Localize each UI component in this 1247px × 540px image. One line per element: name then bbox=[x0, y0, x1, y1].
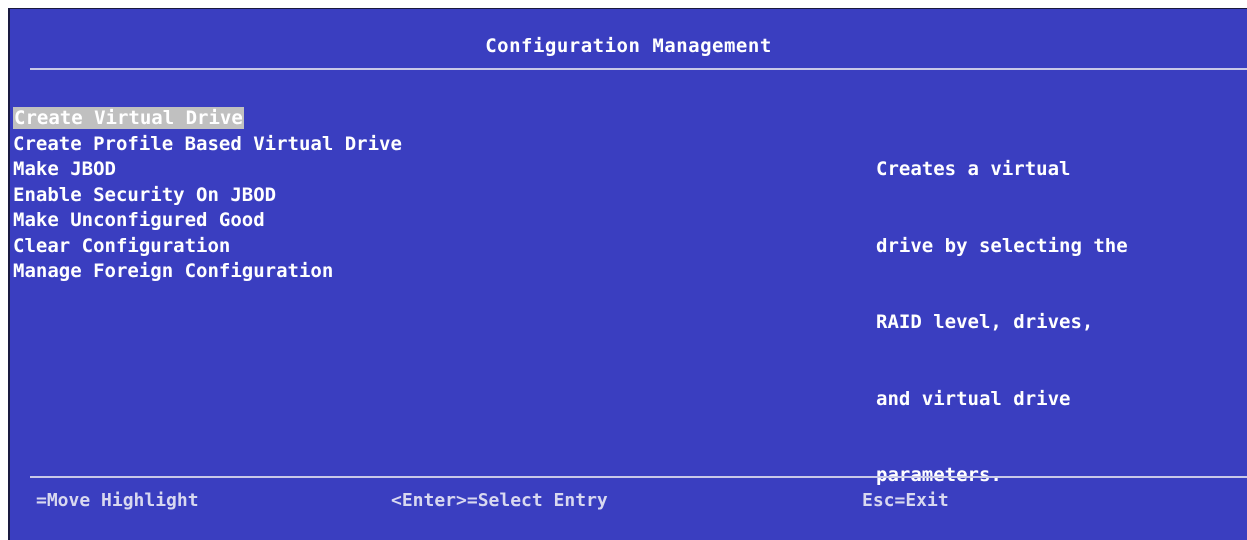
menu-item-make-jbod[interactable]: Make JBOD bbox=[12, 157, 403, 183]
help-line: drive by selecting the bbox=[876, 234, 1128, 257]
footer-divider bbox=[30, 476, 1247, 478]
menu-item-create-profile-based-virtual-drive[interactable]: Create Profile Based Virtual Drive bbox=[12, 132, 403, 158]
bios-screen: Configuration Management Create Virtual … bbox=[8, 8, 1247, 540]
header-divider bbox=[30, 68, 1247, 70]
help-line: RAID level, drives, bbox=[876, 311, 1094, 333]
select-entry-hint: <Enter>=Select Entry bbox=[391, 490, 608, 511]
menu-item-create-virtual-drive[interactable]: Create Virtual Drive bbox=[12, 106, 403, 132]
menu-item-enable-security-on-jbod[interactable]: Enable Security On JBOD bbox=[12, 183, 403, 209]
exit-hint: Esc=Exit bbox=[862, 490, 949, 511]
menu-item-manage-foreign-configuration[interactable]: Manage Foreign Configuration bbox=[12, 259, 403, 285]
config-menu: Create Virtual Drive Create Profile Base… bbox=[12, 106, 403, 285]
menu-item-clear-configuration[interactable]: Clear Configuration bbox=[12, 234, 403, 260]
help-line: Creates a virtual bbox=[876, 158, 1071, 180]
menu-item-label: Create Virtual Drive bbox=[13, 107, 244, 129]
help-panel: Creates a virtual drive by selecting the… bbox=[876, 106, 1246, 540]
page-title: Configuration Management bbox=[485, 35, 772, 57]
key-hints-bar: =Move Highlight <Enter>=Select Entry Esc… bbox=[10, 487, 1247, 517]
menu-item-make-unconfigured-good[interactable]: Make Unconfigured Good bbox=[12, 208, 403, 234]
move-highlight-hint: =Move Highlight bbox=[36, 490, 199, 511]
help-line: and virtual drive bbox=[876, 387, 1071, 410]
